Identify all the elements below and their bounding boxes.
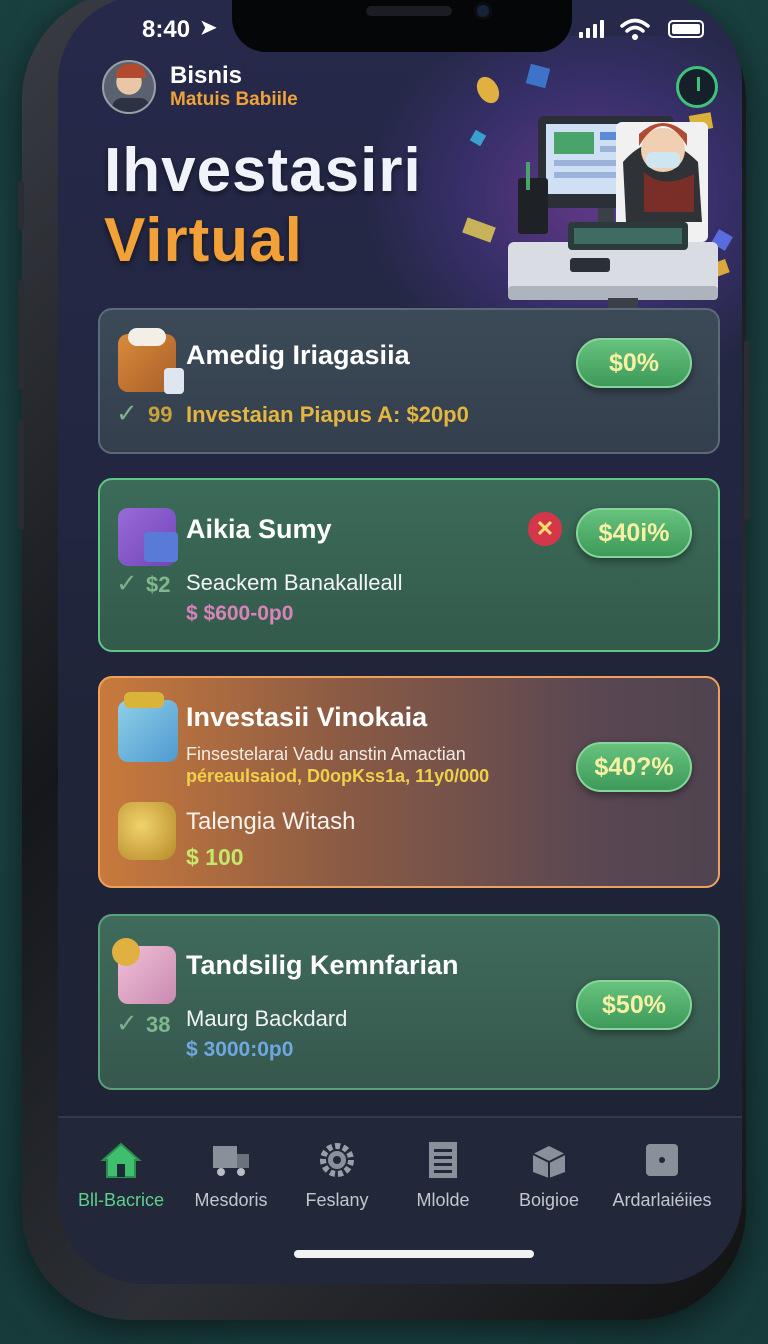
bottom-navigation: Bll-Bacrice Mesdoris Feslany Mlolde Boig… [58, 1116, 742, 1284]
nav-item-mlolde[interactable]: Mlolde [388, 1140, 498, 1211]
cube-icon [118, 692, 178, 762]
wifi-icon [620, 18, 650, 40]
truck-icon [213, 1146, 249, 1176]
card-detail: Investaian Piapus A: $20p0 [186, 402, 469, 427]
card-detail: Seackem Banakalleall [186, 570, 403, 595]
gift-icon [112, 938, 176, 1004]
location-arrow-icon: ➤ [200, 17, 217, 39]
coins-icon [118, 802, 176, 860]
check-icon: ✓ [116, 1008, 138, 1038]
card-amount: $ 3000:0p0 [186, 1038, 294, 1061]
blocks-icon [118, 508, 178, 566]
battery-icon [668, 20, 704, 38]
nav-label: Mlolde [416, 1190, 470, 1210]
profile-subtitle: Matuis Babiile [170, 89, 298, 110]
card-amount: $ $600-0p0 [186, 602, 294, 625]
nav-item-mesdoris[interactable]: Mesdoris [176, 1140, 286, 1211]
crate-icon [118, 328, 184, 394]
title-line-1: Ihvestasiri [104, 136, 422, 205]
gear-icon [320, 1143, 354, 1177]
home-indicator[interactable] [294, 1250, 534, 1258]
percent-badge[interactable]: $40i% [576, 508, 692, 558]
card-check-number: $2 [146, 572, 171, 597]
status-time: 8:40 [142, 16, 191, 43]
nav-item-ardarlaieiies[interactable]: Ardarlaiéiies [598, 1140, 726, 1211]
document-icon [429, 1142, 457, 1178]
status-bar: 8:40 ➤ [58, 14, 742, 48]
card-check-number: 38 [146, 1012, 171, 1037]
nav-label: Bll-Bacrice [77, 1190, 165, 1210]
investor-illustration [462, 63, 733, 312]
nav-label: Feslany [305, 1190, 369, 1210]
investment-card[interactable]: Investasii Vinokaia Finsestelarai Vadu a… [98, 676, 720, 888]
investment-card[interactable]: Aikia Sumy ✕ ✓ $2 Seackem Banakalleall $… [98, 478, 720, 652]
percent-badge[interactable]: $50% [576, 980, 692, 1030]
nav-item-home[interactable]: Bll-Bacrice [66, 1140, 176, 1211]
card-title: Investasii Vinokaia [186, 702, 428, 732]
nav-label: Boigioe [518, 1190, 580, 1210]
card-description-1: Finsestelarai Vadu anstin Amactian [186, 744, 466, 764]
percent-badge[interactable]: $40?% [576, 742, 692, 792]
investment-card[interactable]: Amedig Iriagasiia ✓ 99 Investaian Piapus… [98, 308, 720, 454]
profile-header[interactable]: Bisnis Matuis Babiile [102, 60, 298, 114]
box-icon [532, 1146, 566, 1178]
profile-name: Bisnis [170, 62, 243, 89]
nav-label: Ardarlaiéiies [612, 1190, 712, 1210]
screen: 8:40 ➤ Bisnis Matuis Babiile Ihvestasiri… [58, 0, 742, 1284]
card-description-2: péreaulsaiod, D0opKss1a, 11y0/000 [186, 766, 490, 786]
home-icon [100, 1142, 142, 1178]
signal-icon [579, 20, 604, 38]
page-title: Ihvestasiri Virtual [104, 136, 422, 276]
nav-item-feslany[interactable]: Feslany [282, 1140, 392, 1211]
nav-label: Mesdoris [194, 1190, 268, 1210]
percent-badge[interactable]: $0% [576, 338, 692, 388]
card-subtitle: Talengia Witash [186, 808, 356, 835]
avatar[interactable] [102, 60, 156, 114]
check-icon: ✓ [116, 568, 138, 598]
card-amount: $ 100 [186, 844, 244, 870]
investment-card[interactable]: Tandsilig Kemnfarian ✓ 38 Maurg Backdard… [98, 914, 720, 1090]
card-check-number: 99 [148, 402, 173, 427]
card-detail: Maurg Backdard [186, 1006, 348, 1031]
card-title: Aikia Sumy [186, 514, 332, 544]
remove-icon[interactable]: ✕ [528, 512, 562, 546]
card-title: Amedig Iriagasiia [186, 340, 410, 370]
check-icon: ✓ [116, 398, 138, 428]
info-icon [646, 1144, 678, 1176]
phone-frame: 8:40 ➤ Bisnis Matuis Babiile Ihvestasiri… [18, 0, 750, 1320]
nav-item-boigioe[interactable]: Boigioe [494, 1140, 604, 1211]
title-line-2: Virtual [104, 206, 303, 275]
card-title: Tandsilig Kemnfarian [186, 950, 459, 980]
